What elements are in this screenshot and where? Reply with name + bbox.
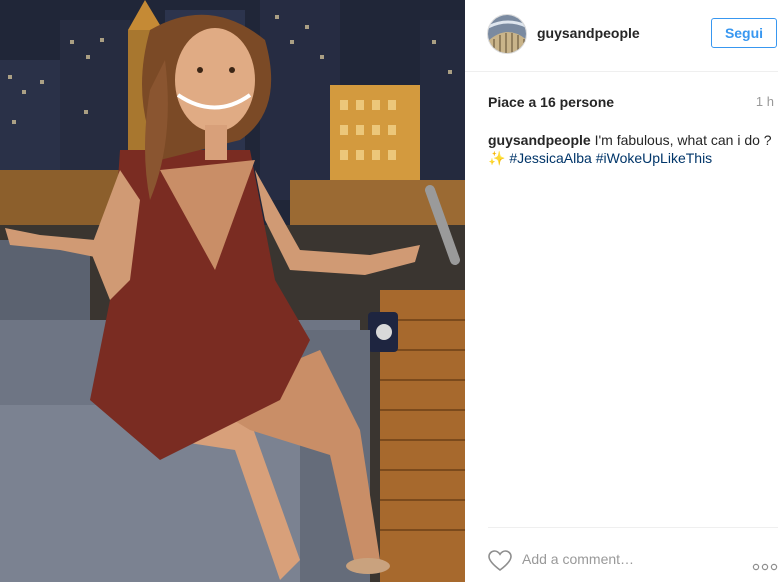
username-link[interactable]: guysandpeople [537, 25, 640, 41]
follow-button[interactable]: Segui [711, 18, 777, 48]
likes-count[interactable]: Piace a 16 persone [488, 94, 614, 110]
hashtag-link[interactable]: #JessicaAlba [509, 150, 592, 166]
sparkle-emoji: ✨ [488, 150, 506, 166]
avatar-image [488, 15, 526, 53]
comment-bar [488, 527, 778, 572]
post-timestamp[interactable]: 1 h [756, 94, 774, 109]
post-caption: guysandpeople I'm fabulous, what can i d… [488, 131, 773, 167]
post-header: guysandpeople Segui [465, 0, 778, 72]
post-image [0, 0, 465, 582]
post-sidebar: guysandpeople Segui Piace a 16 persone 1… [465, 0, 778, 582]
more-options-icon[interactable] [752, 558, 778, 571]
avatar[interactable] [487, 14, 527, 54]
caption-text: I'm fabulous, what can i do ? [590, 132, 772, 148]
hashtag-link[interactable]: #iWokeUpLikeThis [596, 150, 712, 166]
comment-input[interactable] [522, 551, 722, 567]
caption-username[interactable]: guysandpeople [488, 132, 591, 148]
heart-icon[interactable] [488, 550, 512, 572]
post-photo[interactable] [0, 0, 465, 582]
